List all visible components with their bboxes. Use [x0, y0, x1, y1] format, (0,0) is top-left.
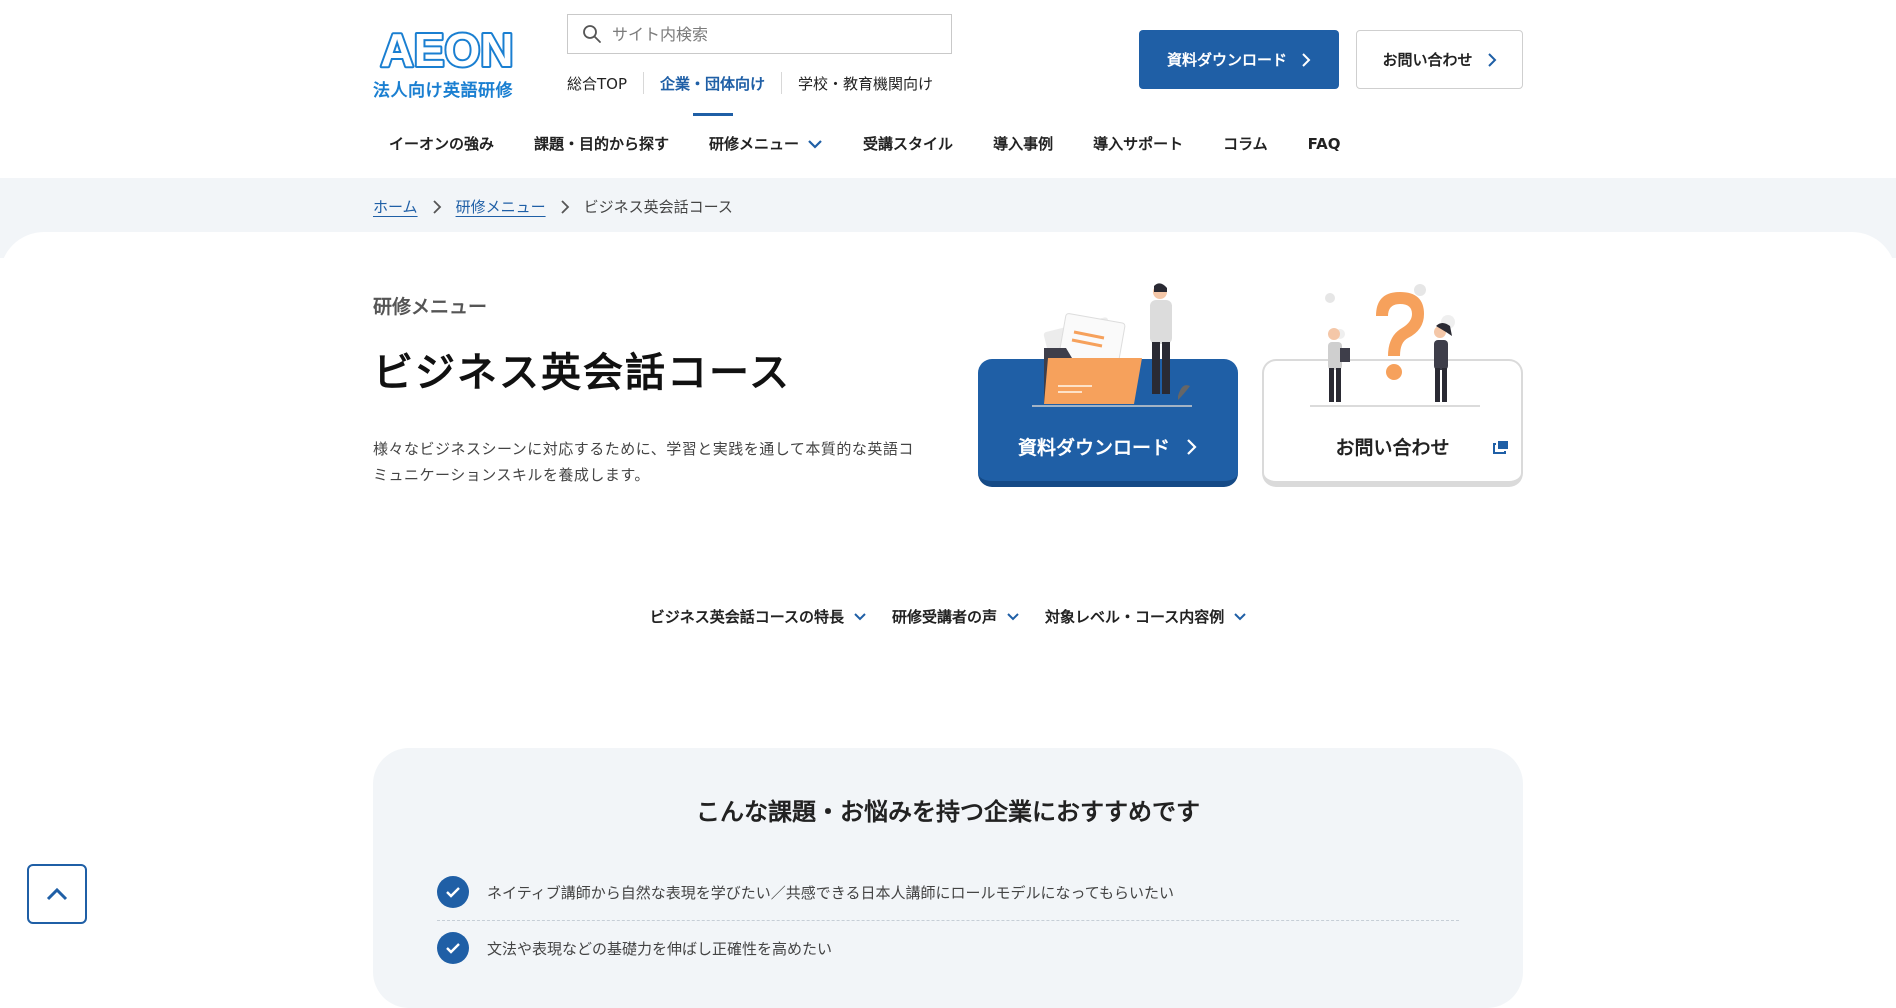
check-icon	[437, 876, 469, 908]
breadcrumb-current: ビジネス英会話コース	[583, 198, 733, 216]
subnav-corporate[interactable]: 企業・団体向け	[644, 73, 781, 94]
anchor-levels-label: 対象レベル・コース内容例	[1045, 608, 1225, 626]
nav-case-studies[interactable]: 導入事例	[993, 133, 1053, 154]
back-to-top-button[interactable]	[27, 864, 87, 924]
main-nav: イーオンの強み 課題・目的から探す 研修メニュー 受講スタイル 導入事例 導入サ…	[389, 133, 1381, 154]
chevron-right-icon	[560, 199, 569, 214]
recommend-divider	[437, 920, 1459, 921]
question-illustration	[1310, 284, 1480, 407]
page-description: 様々なビジネスシーンに対応するために、学習と実践を通して本質的な英語コ ミュニケ…	[373, 436, 933, 488]
recommend-item: 文法や表現などの基礎力を伸ばし正確性を高めたい	[437, 932, 1459, 964]
page-description-line: ミュニケーションスキルを養成します。	[373, 466, 650, 484]
recommend-section: こんな課題・お悩みを持つ企業におすすめです ネイティブ講師から自然な表現を学びた…	[373, 748, 1523, 1008]
search-icon	[583, 25, 601, 43]
logo-subtitle: 法人向け英語研修	[373, 81, 513, 101]
chevron-right-icon	[1302, 52, 1311, 67]
nav-strengths[interactable]: イーオンの強み	[389, 133, 494, 154]
chevron-down-icon	[854, 612, 866, 620]
nav-column[interactable]: コラム	[1223, 133, 1268, 154]
nav-training-menu-label: 研修メニュー	[709, 135, 800, 153]
aeon-logo-mark: AEON AEON	[379, 22, 516, 76]
search-input[interactable]	[612, 24, 932, 44]
nav-learning-style[interactable]: 受講スタイル	[863, 133, 953, 154]
site-search[interactable]	[567, 14, 952, 54]
anchor-voices[interactable]: 研修受講者の声	[892, 606, 1019, 627]
recommend-title: こんな課題・お悩みを持つ企業におすすめです	[696, 798, 1200, 826]
cta-download-label-row: 資料ダウンロード	[978, 433, 1238, 460]
header-contact-button[interactable]: お問い合わせ	[1356, 30, 1523, 89]
nav-support[interactable]: 導入サポート	[1093, 133, 1183, 154]
recommend-item-text: ネイティブ講師から自然な表現を学びたい／共感できる日本人講師にロールモデルになっ…	[487, 883, 1175, 902]
page-title: ビジネス英会話コース	[373, 350, 791, 396]
nav-training-menu[interactable]: 研修メニュー	[709, 133, 823, 154]
header-download-label: 資料ダウンロード	[1166, 51, 1287, 69]
chevron-up-icon	[46, 887, 68, 901]
anchor-features-label: ビジネス英会話コースの特長	[649, 608, 844, 626]
documents-illustration	[1032, 283, 1192, 407]
chevron-right-icon	[1187, 438, 1197, 455]
page-kicker: 研修メニュー	[373, 296, 488, 318]
anchor-features[interactable]: ビジネス英会話コースの特長	[650, 606, 866, 627]
page-description-line: 様々なビジネスシーンに対応するために、学習と実践を通して本質的な英語コ	[373, 440, 914, 458]
nav-faq[interactable]: FAQ	[1308, 135, 1341, 153]
cta-download-label: 資料ダウンロード	[1017, 437, 1170, 459]
audience-nav: 総合TOP 企業・団体向け 学校・教育機関向け	[567, 72, 949, 94]
breadcrumb-home[interactable]: ホーム	[373, 196, 418, 217]
chevron-down-icon	[1234, 612, 1246, 620]
chevron-down-icon	[808, 139, 822, 149]
breadcrumb-parent[interactable]: 研修メニュー	[456, 196, 546, 217]
section-anchor-nav: ビジネス英会話コースの特長 研修受講者の声 対象レベル・コース内容例	[0, 606, 1896, 627]
header-download-button[interactable]: 資料ダウンロード	[1139, 30, 1339, 89]
chevron-right-icon	[432, 199, 441, 214]
chevron-down-icon	[1007, 612, 1019, 620]
subnav-general-top[interactable]: 総合TOP	[567, 73, 643, 94]
recommend-item: ネイティブ講師から自然な表現を学びたい／共感できる日本人講師にロールモデルになっ…	[437, 876, 1459, 908]
svg-text:AEON: AEON	[381, 24, 514, 76]
aeon-logo[interactable]: AEON AEON 法人向け英語研修	[373, 22, 533, 101]
recommend-item-text: 文法や表現などの基礎力を伸ばし正確性を高めたい	[487, 939, 833, 958]
anchor-levels[interactable]: 対象レベル・コース内容例	[1045, 606, 1246, 627]
anchor-voices-label: 研修受講者の声	[891, 608, 997, 626]
chevron-right-icon	[1487, 52, 1496, 67]
check-icon	[437, 932, 469, 964]
nav-find-by-goal[interactable]: 課題・目的から探す	[534, 133, 669, 154]
cta-contact-label: お問い合わせ	[1335, 437, 1450, 459]
site-header: AEON AEON 法人向け英語研修 総合TOP 企業・団体向け 学校・教育機関…	[0, 0, 1896, 178]
external-window-icon	[1493, 441, 1508, 454]
breadcrumb: ホーム 研修メニュー ビジネス英会話コース	[373, 196, 733, 217]
header-contact-label: お問い合わせ	[1382, 51, 1473, 69]
subnav-schools[interactable]: 学校・教育機関向け	[782, 73, 949, 94]
